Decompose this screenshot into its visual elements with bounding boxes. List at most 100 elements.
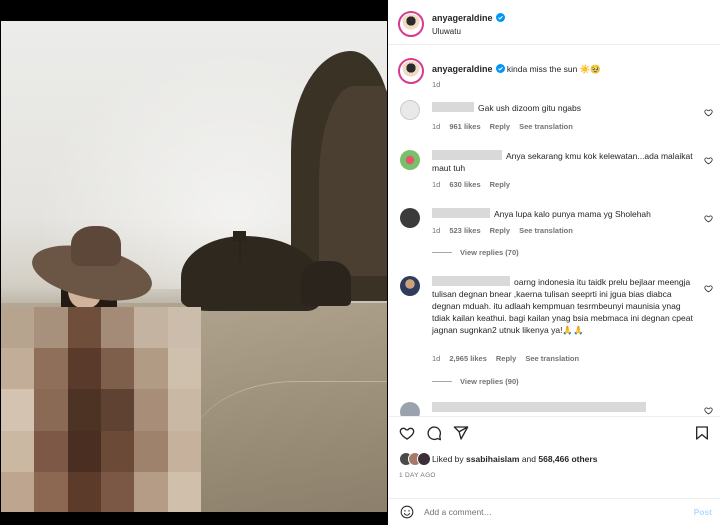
post-header: anyageraldine Uluwatu xyxy=(388,0,720,45)
mosaic-tile xyxy=(67,430,101,472)
liked-by-avatars[interactable] xyxy=(399,452,431,466)
mosaic-tile xyxy=(167,389,201,431)
mosaic-tile xyxy=(34,389,68,431)
comment-text: Anya lupa kalo punya mama yg Sholehah xyxy=(494,209,651,219)
rock-base xyxy=(301,261,351,306)
comment-likes[interactable]: 630 likes xyxy=(449,180,480,189)
reply-button[interactable]: Reply xyxy=(496,354,516,363)
like-heart-icon[interactable] xyxy=(399,425,415,441)
comment-time: 1d xyxy=(432,226,441,235)
mosaic-tile xyxy=(34,430,68,472)
comment-input[interactable] xyxy=(424,504,674,520)
comment-text: Gak ush dizoom gitu ngabs xyxy=(478,103,582,113)
commenter-avatar[interactable] xyxy=(400,208,420,228)
emoji-icon[interactable] xyxy=(400,505,414,519)
mosaic-tile xyxy=(1,430,35,472)
sign-board xyxy=(233,231,246,241)
censor-mosaic xyxy=(1,307,201,512)
post-details-pane: anyageraldine Uluwatu anyageraldine kind… xyxy=(388,0,720,525)
post-media-pane xyxy=(0,0,387,525)
mosaic-tile xyxy=(167,471,201,512)
see-translation-button[interactable]: See translation xyxy=(519,122,573,131)
mosaic-tile xyxy=(67,307,101,349)
mosaic-tile xyxy=(134,389,168,431)
caption-text: kinda miss the sun ☀️🥹 xyxy=(506,64,601,74)
commenter-avatar[interactable] xyxy=(400,402,420,416)
like-comment-heart-icon[interactable] xyxy=(704,108,713,117)
mosaic-tile xyxy=(134,471,168,512)
mosaic-tile xyxy=(167,430,201,472)
mosaic-tile xyxy=(134,430,168,472)
mosaic-tile xyxy=(1,389,35,431)
cliff-shadow xyxy=(319,86,387,276)
caption-username[interactable]: anyageraldine xyxy=(432,64,493,74)
like-comment-heart-icon[interactable] xyxy=(704,214,713,223)
mosaic-tile xyxy=(167,307,201,349)
liked-by-text: Liked by ssabihaislam and 568,466 others xyxy=(432,454,598,464)
mosaic-tile xyxy=(34,471,68,512)
comments-list[interactable]: anyageraldine kinda miss the sun ☀️🥹 1d … xyxy=(388,46,720,416)
verified-badge-icon xyxy=(495,64,505,73)
see-translation-button[interactable]: See translation xyxy=(525,354,579,363)
mosaic-tile xyxy=(100,430,135,472)
likes-count-link[interactable]: 568,466 others xyxy=(538,454,597,464)
mosaic-tile xyxy=(1,307,35,349)
comment-time: 1d xyxy=(432,180,441,189)
verified-badge-icon xyxy=(495,13,505,22)
mosaic-tile xyxy=(100,307,135,349)
view-replies-button[interactable]: View replies (70) xyxy=(432,248,519,257)
hat-crown xyxy=(71,226,121,266)
comment-likes[interactable]: 2,965 likes xyxy=(449,354,487,363)
share-icon[interactable] xyxy=(453,425,469,441)
add-comment-bar: Post xyxy=(388,498,720,525)
bookmark-icon[interactable] xyxy=(694,425,710,441)
comment-likes[interactable]: 523 likes xyxy=(449,226,480,235)
comment-time: 1d xyxy=(432,122,441,131)
like-comment-heart-icon[interactable] xyxy=(704,406,713,415)
commenter-avatar[interactable] xyxy=(400,100,420,120)
mosaic-tile xyxy=(100,389,135,431)
post-location[interactable]: Uluwatu xyxy=(432,27,505,36)
reply-button[interactable]: Reply xyxy=(490,180,510,189)
mosaic-tile xyxy=(67,471,101,512)
mosaic-tile xyxy=(100,348,135,390)
post-photo[interactable] xyxy=(1,21,387,512)
redacted-username[interactable] xyxy=(432,276,510,286)
caption-time: 1d xyxy=(432,80,441,89)
redacted-username[interactable] xyxy=(432,150,502,160)
sun-hat xyxy=(27,226,157,311)
post-date[interactable]: 1 DAY AGO xyxy=(399,472,436,479)
comment-icon[interactable] xyxy=(426,425,442,441)
like-comment-heart-icon[interactable] xyxy=(704,156,713,165)
reply-button[interactable]: Reply xyxy=(490,226,510,235)
sand-ridge xyxy=(191,381,387,511)
redacted-username[interactable] xyxy=(432,102,474,112)
redacted-username[interactable] xyxy=(432,208,490,218)
mosaic-tile xyxy=(134,307,168,349)
author-username[interactable]: anyageraldine xyxy=(432,13,493,23)
mosaic-tile xyxy=(167,348,201,390)
mosaic-tile xyxy=(134,348,168,390)
mosaic-tile xyxy=(34,348,68,390)
view-replies-button[interactable]: View replies (90) xyxy=(432,377,519,386)
mosaic-tile xyxy=(67,389,101,431)
mosaic-tile xyxy=(67,348,101,390)
mosaic-tile xyxy=(100,471,135,512)
commenter-avatar[interactable] xyxy=(400,150,420,170)
comment-likes[interactable]: 961 likes xyxy=(449,122,480,131)
reply-button[interactable]: Reply xyxy=(490,122,510,131)
author-info: anyageraldine Uluwatu xyxy=(432,13,505,36)
mosaic-tile xyxy=(1,471,35,512)
caption-author-avatar[interactable] xyxy=(398,58,424,84)
author-avatar[interactable] xyxy=(398,11,424,37)
sign-post xyxy=(239,239,241,261)
mosaic-tile xyxy=(34,307,68,349)
like-comment-heart-icon[interactable] xyxy=(704,284,713,293)
mosaic-tile xyxy=(1,348,35,390)
post-comment-button[interactable]: Post xyxy=(694,507,712,517)
redacted-comment xyxy=(432,402,646,412)
liked-by-username[interactable]: ssabihaislam xyxy=(466,454,519,464)
see-translation-button[interactable]: See translation xyxy=(519,226,573,235)
comment-time: 1d xyxy=(432,354,441,363)
commenter-avatar[interactable] xyxy=(400,276,420,296)
